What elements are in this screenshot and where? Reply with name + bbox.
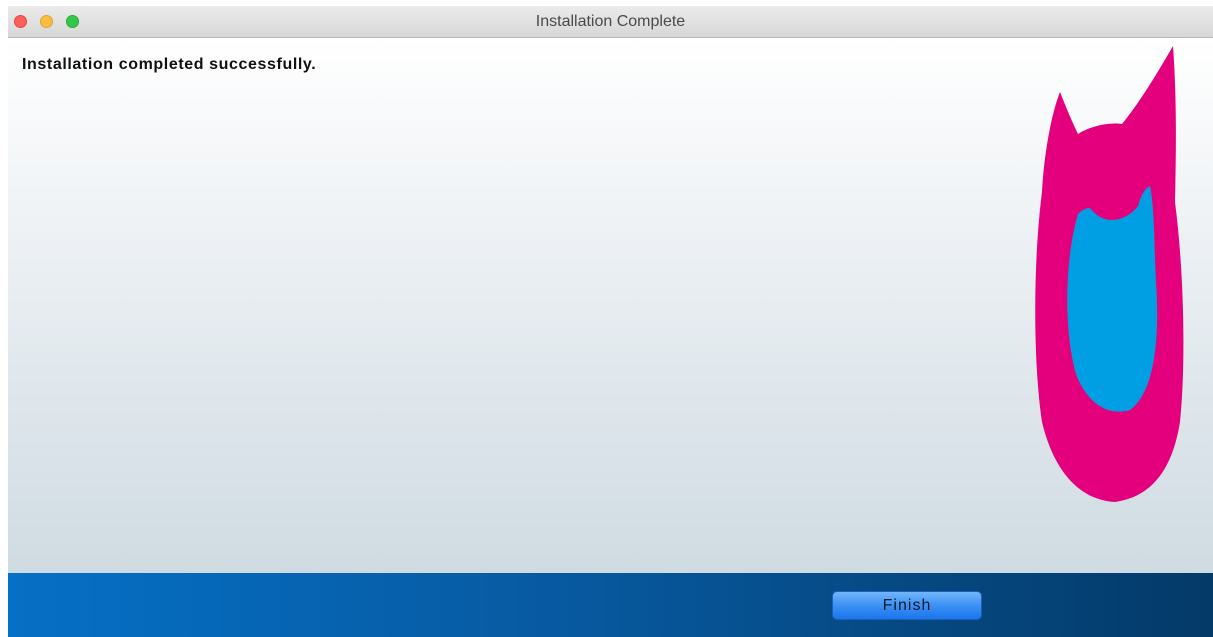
footer-bar: Finish bbox=[8, 573, 1213, 637]
completion-message: Installation completed successfully. bbox=[22, 56, 317, 73]
window-title: Installation Complete bbox=[535, 13, 686, 30]
finish-button[interactable]: Finish bbox=[832, 591, 982, 620]
installer-window: Installation Complete Installation compl… bbox=[8, 6, 1213, 637]
product-logo-icon bbox=[1035, 46, 1184, 502]
title-bar[interactable]: Installation Complete bbox=[8, 6, 1213, 38]
content-panel: Installation completed successfully. bbox=[8, 38, 1213, 573]
